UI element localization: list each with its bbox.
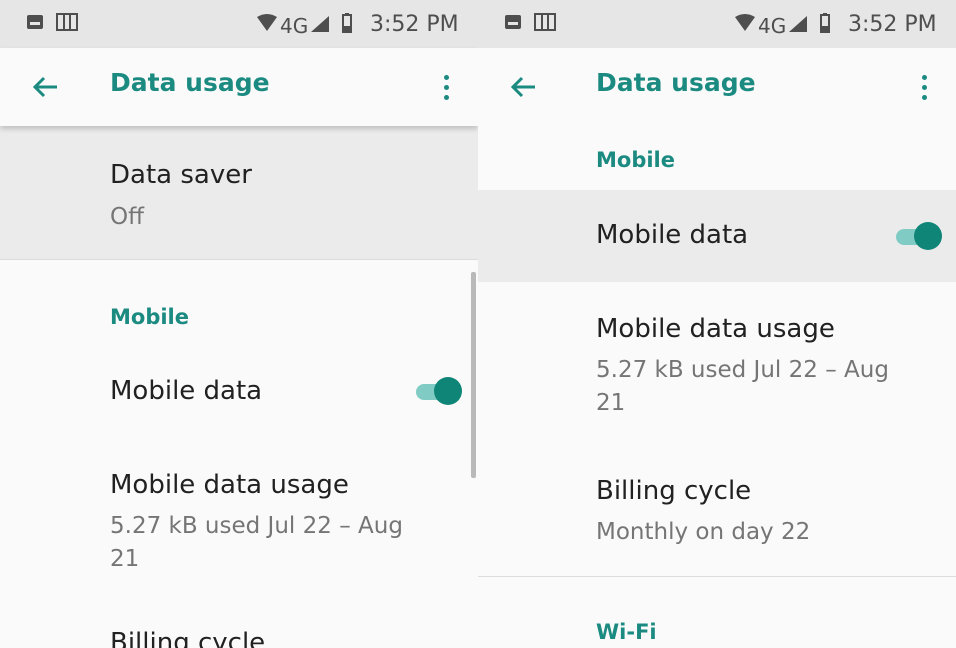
status-bar: 4G 3:52 PM xyxy=(478,0,956,48)
data-saver-summary: Off xyxy=(110,204,144,230)
image-icon xyxy=(26,13,44,35)
image-icon xyxy=(504,13,522,35)
wifi-icon xyxy=(256,14,278,36)
mobile-data-item[interactable]: Mobile data xyxy=(0,352,478,436)
app-bar-title: Data usage xyxy=(110,68,270,97)
mobile-data-switch[interactable] xyxy=(414,376,462,406)
billing-cycle-summary: Monthly on day 22 xyxy=(596,519,811,545)
divider xyxy=(478,576,956,577)
data-saver-title: Data saver xyxy=(110,160,252,190)
data-saver-item[interactable]: Data saver Off xyxy=(0,126,478,259)
billing-cycle-item[interactable]: Billing cycle xyxy=(0,600,478,648)
more-vert-icon[interactable] xyxy=(436,72,456,106)
app-bar: Data usage xyxy=(0,48,478,126)
mobile-data-usage-summary-line1: 5.27 kB used Jul 22 – Aug xyxy=(110,513,403,539)
mobile-data-title: Mobile data xyxy=(110,376,263,406)
wifi-category-header: Wi-Fi xyxy=(596,620,657,644)
mobile-data-title: Mobile data xyxy=(596,220,749,250)
mobile-data-usage-summary-line2: 21 xyxy=(110,546,140,572)
app-bar: Data usage xyxy=(478,48,956,126)
mobile-data-item[interactable]: Mobile data xyxy=(478,190,956,282)
billing-cycle-item[interactable]: Billing cycle Monthly on day 22 xyxy=(478,452,956,572)
mobile-data-usage-item[interactable]: Mobile data usage 5.27 kB used Jul 22 – … xyxy=(0,446,478,596)
app-bar-title: Data usage xyxy=(596,68,756,97)
mobile-category-header: Mobile xyxy=(596,148,675,172)
status-time: 3:52 PM xyxy=(370,12,459,37)
switch-thumb xyxy=(914,222,942,250)
battery-icon xyxy=(820,13,830,37)
sim-card-icon xyxy=(56,13,78,35)
mobile-category-header: Mobile xyxy=(110,305,189,329)
billing-cycle-title: Billing cycle xyxy=(596,476,752,506)
network-type-label: 4G xyxy=(280,14,309,38)
billing-cycle-title: Billing cycle xyxy=(110,628,266,648)
status-bar: 4G 3:52 PM xyxy=(0,0,478,48)
mobile-data-usage-title: Mobile data usage xyxy=(596,314,835,344)
wifi-icon xyxy=(734,14,756,36)
mobile-data-usage-title: Mobile data usage xyxy=(110,470,349,500)
arrow-back-icon[interactable] xyxy=(26,68,64,106)
right-screen: 4G 3:52 PM Data usage Mobile Mobile data… xyxy=(478,0,956,648)
switch-thumb xyxy=(434,377,462,405)
more-vert-icon[interactable] xyxy=(914,72,934,106)
signal-icon xyxy=(788,15,808,37)
left-screen: 4G 3:52 PM Data usage Data saver Off Mob… xyxy=(0,0,478,648)
mobile-data-switch[interactable] xyxy=(894,221,942,251)
arrow-back-icon[interactable] xyxy=(504,68,542,106)
divider xyxy=(0,259,478,260)
battery-icon xyxy=(342,13,352,37)
mobile-data-usage-summary-line2: 21 xyxy=(596,390,626,416)
network-type-label: 4G xyxy=(758,14,787,38)
signal-icon xyxy=(310,15,330,37)
sim-card-icon xyxy=(534,13,556,35)
mobile-data-usage-item[interactable]: Mobile data usage 5.27 kB used Jul 22 – … xyxy=(478,290,956,440)
status-time: 3:52 PM xyxy=(848,12,937,37)
scrollbar xyxy=(471,272,476,478)
mobile-data-usage-summary-line1: 5.27 kB used Jul 22 – Aug xyxy=(596,357,889,383)
